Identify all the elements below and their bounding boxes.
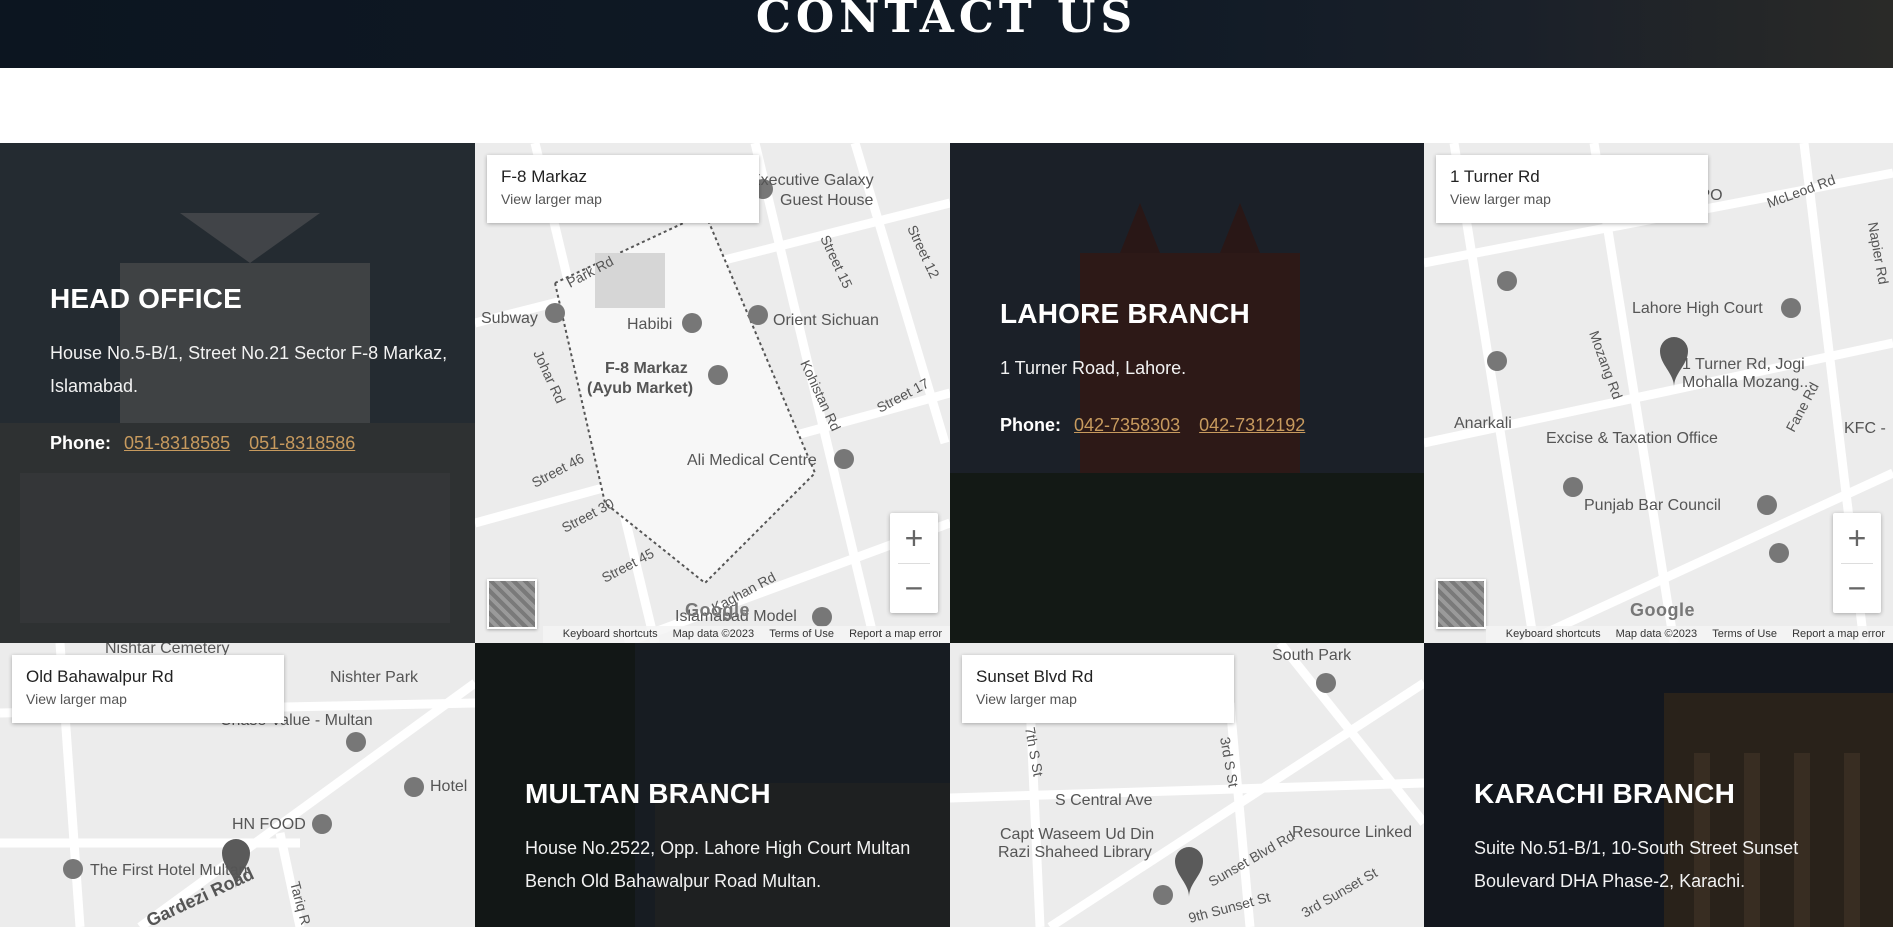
zoom-in-button[interactable]: + <box>890 513 938 563</box>
map-label: Resource Linked <box>1292 824 1412 841</box>
map-place-name: 1 Turner Rd <box>1450 167 1540 186</box>
terms-link[interactable]: Terms of Use <box>769 628 834 640</box>
view-larger-map-link[interactable]: View larger map <box>976 691 1220 707</box>
map-label: Capt Waseem Ud Din <box>1000 826 1154 843</box>
satellite-toggle[interactable] <box>1436 579 1486 629</box>
report-error-link[interactable]: Report a map error <box>1792 628 1885 640</box>
office-address: House No.2522, Opp. Lahore High Court Mu… <box>525 838 911 891</box>
hero-banner: CONTACT US <box>0 0 1893 68</box>
terms-link[interactable]: Terms of Use <box>1712 628 1777 640</box>
view-larger-map-link[interactable]: View larger map <box>26 691 270 707</box>
map-embed-multan[interactable]: Nishtar Cemetery Nishter Park Chase Valu… <box>0 643 475 927</box>
satellite-toggle[interactable] <box>487 579 537 629</box>
map-label: Guest House <box>780 192 873 209</box>
map-data-text: Map data ©2023 <box>672 628 755 640</box>
view-larger-map-link[interactable]: View larger map <box>1450 191 1694 207</box>
google-logo: Google <box>685 600 750 620</box>
office-title: LAHORE BRANCH <box>1000 298 1250 329</box>
keyboard-shortcuts-link[interactable]: Keyboard shortcuts <box>1506 628 1601 640</box>
map-label: HN FOOD <box>232 816 306 833</box>
map-label: Subway <box>481 310 538 327</box>
map-place-name: Old Bahawalpur Rd <box>26 667 174 686</box>
map-info-card: F-8 Markaz View larger map <box>487 155 759 223</box>
zoom-controls: + − <box>1833 513 1881 613</box>
map-label: Lahore High Court <box>1632 300 1763 317</box>
zoom-controls: + − <box>890 513 938 613</box>
office-phone: Phone: 042-7358303 042-7312192 <box>1000 415 1404 436</box>
map-embed-islamabad[interactable]: Executive Galaxy Guest House Park Rd Sub… <box>475 143 950 643</box>
map-place-name: F-8 Markaz <box>501 167 587 186</box>
office-title: KARACHI BRANCH <box>1474 778 1736 809</box>
map-label: Punjab Bar Council <box>1584 497 1721 514</box>
office-address: House No.5-B/1, Street No.21 Sector F-8 … <box>50 343 448 396</box>
view-larger-map-link[interactable]: View larger map <box>501 191 745 207</box>
google-logo: Google <box>1630 600 1695 620</box>
phone-link[interactable]: 042-7312192 <box>1199 415 1305 435</box>
map-label: 1 Turner Rd, Jogi <box>1682 356 1805 373</box>
map-label: (Ayub Market) <box>587 380 693 397</box>
map-info-card: Sunset Blvd Rd View larger map <box>962 655 1234 723</box>
map-label: Anarkali <box>1454 415 1512 432</box>
phone-label: Phone: <box>1000 415 1061 435</box>
zoom-in-button[interactable]: + <box>1833 513 1881 563</box>
map-label: S Central Ave <box>1055 792 1153 809</box>
map-label: Habibi <box>627 316 672 333</box>
map-attribution: Keyboard shortcuts Map data ©2023 Terms … <box>1485 626 1893 643</box>
office-card-karachi: KARACHI BRANCH Suite No.51-B/1, 10-South… <box>1424 643 1893 927</box>
offices-grid: HEAD OFFICE House No.5-B/1, Street No.21… <box>0 143 1893 927</box>
map-label: Razi Shaheed Library <box>998 844 1152 861</box>
map-label: Hotel <box>430 778 467 795</box>
zoom-out-button[interactable]: − <box>890 563 938 613</box>
map-label: Orient Sichuan <box>773 312 879 329</box>
map-label: Excise & Taxation Office <box>1546 430 1718 447</box>
map-embed-lahore[interactable]: GPO McLeod Rd Napier Rd Lahore High Cour… <box>1424 143 1893 643</box>
page-title: CONTACT US <box>755 0 1138 43</box>
office-card-lahore: LAHORE BRANCH 1 Turner Road, Lahore. Pho… <box>950 143 1424 643</box>
map-info-card: 1 Turner Rd View larger map <box>1436 155 1708 223</box>
map-label: Executive Galaxy <box>750 172 874 189</box>
map-label: Ali Medical Centre <box>687 452 817 469</box>
map-label: South Park <box>1272 647 1352 664</box>
map-label: Mohalla Mozang... <box>1682 374 1813 391</box>
map-label: Nishter Park <box>330 669 419 686</box>
keyboard-shortcuts-link[interactable]: Keyboard shortcuts <box>563 628 658 640</box>
map-place-name: Sunset Blvd Rd <box>976 667 1094 686</box>
phone-label: Phone: <box>50 433 111 453</box>
map-label: F-8 Markaz <box>605 360 688 377</box>
office-card-multan: MULTAN BRANCH House No.2522, Opp. Lahore… <box>475 643 950 927</box>
map-label: KFC - <box>1844 420 1886 437</box>
phone-link[interactable]: 051-8318585 <box>124 433 230 453</box>
phone-link[interactable]: 051-8318586 <box>249 433 355 453</box>
office-card-head: HEAD OFFICE House No.5-B/1, Street No.21… <box>0 143 475 643</box>
zoom-out-button[interactable]: − <box>1833 563 1881 613</box>
office-address: 1 Turner Road, Lahore. <box>1000 358 1187 378</box>
report-error-link[interactable]: Report a map error <box>849 628 942 640</box>
map-embed-karachi[interactable]: South Park S Central Ave Capt Waseem Ud … <box>950 643 1424 927</box>
office-title: MULTAN BRANCH <box>525 778 771 809</box>
office-phone: Phone: 051-8318585 051-8318586 <box>50 433 455 454</box>
office-title: HEAD OFFICE <box>50 283 242 314</box>
office-address: Suite No.51-B/1, 10-South Street Sunset … <box>1474 838 1799 891</box>
phone-link[interactable]: 042-7358303 <box>1074 415 1180 435</box>
map-attribution: Keyboard shortcuts Map data ©2023 Terms … <box>542 626 950 643</box>
map-info-card: Old Bahawalpur Rd View larger map <box>12 655 284 723</box>
map-data-text: Map data ©2023 <box>1615 628 1698 640</box>
